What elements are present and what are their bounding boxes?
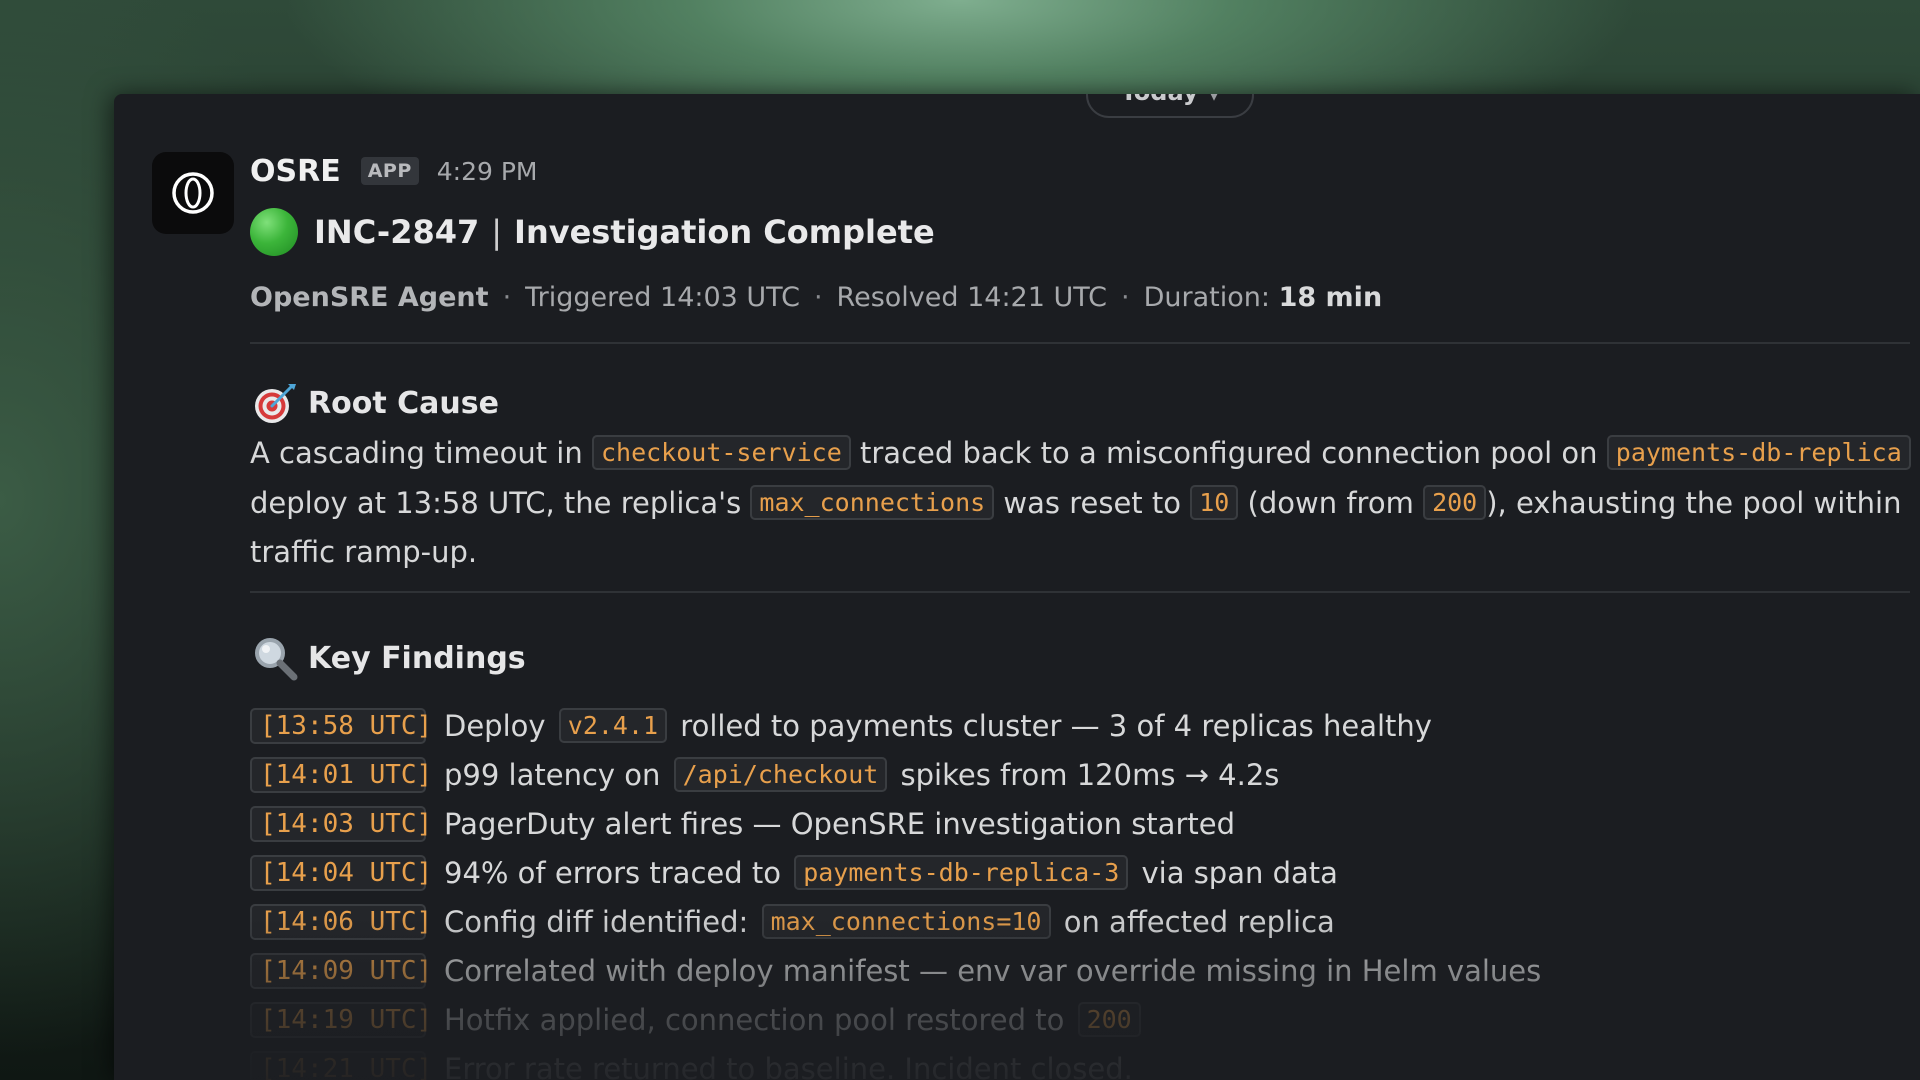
finding-text-post: on affected replica [1054, 904, 1335, 939]
root-cause-line-3: traffic ramp-up. [250, 535, 478, 569]
inline-code: max_connections=10 [761, 903, 1051, 939]
finding-text: p99 latency on /api/checkout spikes from… [444, 756, 1280, 792]
finding-text: Error rate returned to baseline. Inciden… [444, 1052, 1133, 1080]
agent-name: OpenSRE Agent [250, 282, 489, 313]
finding-text: Correlated with deploy manifest — env va… [444, 954, 1541, 988]
finding-timestamp: [14:03 UTC] [250, 805, 432, 842]
root-cause-heading: Root Cause [250, 378, 1910, 428]
list-item: [14:01 UTC] p99 latency on /api/checkout … [250, 750, 1910, 799]
message-pane: Today ▼ OSRE APP 4:29 PM INC-2847 | Invest… [114, 94, 1920, 1080]
finding-text: Config diff identified: max_connections=… [444, 903, 1335, 939]
finding-timestamp: [14:06 UTC] [250, 903, 432, 940]
root-cause-text: was reset to [994, 486, 1191, 520]
key-findings-heading: Key Findings [250, 633, 1910, 683]
root-cause-text: A cascading timeout in [250, 436, 592, 470]
finding-text-pre: Config diff identified: [444, 904, 758, 939]
inline-code: /api/checkout [673, 756, 888, 792]
finding-text-post: via span data [1132, 855, 1338, 890]
message-timestamp[interactable]: 4:29 PM [437, 157, 538, 186]
green-circle-icon [250, 208, 298, 256]
app-badge: APP [360, 157, 419, 185]
finding-timestamp: [14:09 UTC] [250, 952, 432, 989]
root-cause-text: deploy at 13:58 UTC, the replica's [250, 486, 751, 520]
meta-separator: · [502, 282, 512, 313]
finding-timestamp: [14:01 UTC] [250, 756, 432, 793]
finding-timestamp: [14:04 UTC] [250, 854, 432, 891]
duration-value: 18 min [1278, 282, 1383, 313]
magnifying-glass-icon [250, 633, 300, 683]
list-item: [14:03 UTC] PagerDuty alert fires — OpenS… [250, 799, 1910, 848]
list-item: [14:09 UTC] Correlated with deploy manife… [250, 946, 1910, 995]
finding-text-pre: 94% of errors traced to [444, 855, 791, 890]
finding-text: 94% of errors traced to payments-db-repl… [444, 854, 1338, 890]
meta-separator: · [1121, 282, 1130, 313]
finding-text-pre: PagerDuty alert fires — OpenSRE investig… [444, 806, 1235, 841]
key-findings-title: Key Findings [308, 640, 526, 676]
root-cause-section: Root Cause A cascading timeout in checko… [250, 378, 1911, 577]
title-separator: | [491, 213, 503, 251]
message-header: OSRE APP 4:29 PM [250, 150, 1910, 192]
inline-code: 200 [1077, 1001, 1141, 1037]
inline-code: 10 [1190, 485, 1239, 520]
osre-logo-icon [172, 172, 214, 214]
resolved-time: Resolved 14:21 UTC [836, 282, 1108, 313]
incident-title: INC-2847 | Investigation Complete [250, 206, 1910, 258]
list-item: [14:21 UTC] Error rate returned to baseli… [250, 1044, 1910, 1080]
incident-id: INC-2847 [314, 213, 480, 251]
finding-timestamp: [13:58 UTC] [250, 707, 432, 744]
inline-code: payments-db-replica-3 [794, 854, 1129, 890]
finding-text-pre: Correlated with deploy manifest — env va… [444, 953, 1542, 988]
inline-code: checkout-service [591, 435, 851, 470]
incident-status-title: Investigation Complete [514, 213, 935, 251]
root-cause-title: Root Cause [308, 385, 499, 421]
inline-code: 200 [1423, 485, 1487, 520]
finding-text: PagerDuty alert fires — OpenSRE investig… [444, 807, 1235, 841]
root-cause-text: traced back to a misconfigured connectio… [850, 436, 1607, 470]
divider [250, 591, 1910, 593]
list-item: [14:06 UTC] Config diff identified: max_c… [250, 897, 1910, 946]
inline-code: v2.4.1 [558, 707, 668, 743]
app-name-link[interactable]: OSRE [250, 154, 341, 189]
finding-text-pre: Deploy [444, 708, 555, 743]
finding-text-pre: Hotfix applied, connection pool restored… [444, 1002, 1074, 1037]
finding-text: Hotfix applied, connection pool restored… [444, 1001, 1145, 1037]
divider [250, 342, 1910, 344]
list-item: [14:19 UTC] Hotfix applied, connection po… [250, 995, 1910, 1044]
key-findings-section: Key Findings [13:58 UTC] Deploy v2.4.1 ro… [250, 633, 1910, 1080]
duration-label: Duration: [1143, 282, 1270, 313]
list-item: [13:58 UTC] Deploy v2.4.1 rolled to payme… [250, 701, 1910, 750]
dart-target-icon [250, 378, 300, 428]
date-divider-button[interactable]: Today ▼ [1086, 94, 1254, 118]
finding-text-post: rolled to payments cluster — 3 of 4 repl… [671, 708, 1432, 743]
finding-timestamp: [14:21 UTC] [250, 1050, 432, 1080]
inline-code: payments-db-replica [1606, 435, 1911, 470]
root-cause-text: (down from [1238, 486, 1424, 520]
incident-meta: OpenSRE Agent · Triggered 14:03 UTC · Resolv… [250, 278, 1910, 318]
finding-text: Deploy v2.4.1 rolled to payments cluster… [444, 707, 1432, 743]
avatar[interactable] [152, 152, 234, 234]
finding-text-post: spikes from 120ms → 4.2s [891, 757, 1280, 792]
inline-code: max_connections [750, 485, 995, 520]
date-divider-label: Today [1121, 94, 1199, 106]
list-item: [14:04 UTC] 94% of errors traced to payme… [250, 848, 1910, 897]
finding-text-pre: Error rate returned to baseline. Inciden… [444, 1051, 1133, 1080]
finding-timestamp: [14:19 UTC] [250, 1001, 432, 1038]
incident-title-text: INC-2847 | Investigation Complete [314, 213, 935, 251]
chevron-down-icon: ▼ [1208, 94, 1220, 103]
findings-list: [13:58 UTC] Deploy v2.4.1 rolled to payme… [250, 701, 1910, 1080]
finding-text-pre: p99 latency on [444, 757, 670, 792]
root-cause-text: ), exhausting the pool within [1486, 486, 1902, 520]
message: OSRE APP 4:29 PM INC-2847 | Investigation … [250, 150, 1911, 1080]
triggered-time: Triggered 14:03 UTC [525, 282, 800, 313]
root-cause-line-1: A cascading timeout in checkout-service … [250, 428, 1911, 478]
root-cause-line-2: deploy at 13:58 UTC, the replica's max_c… [250, 478, 1910, 528]
meta-separator: · [813, 282, 823, 313]
